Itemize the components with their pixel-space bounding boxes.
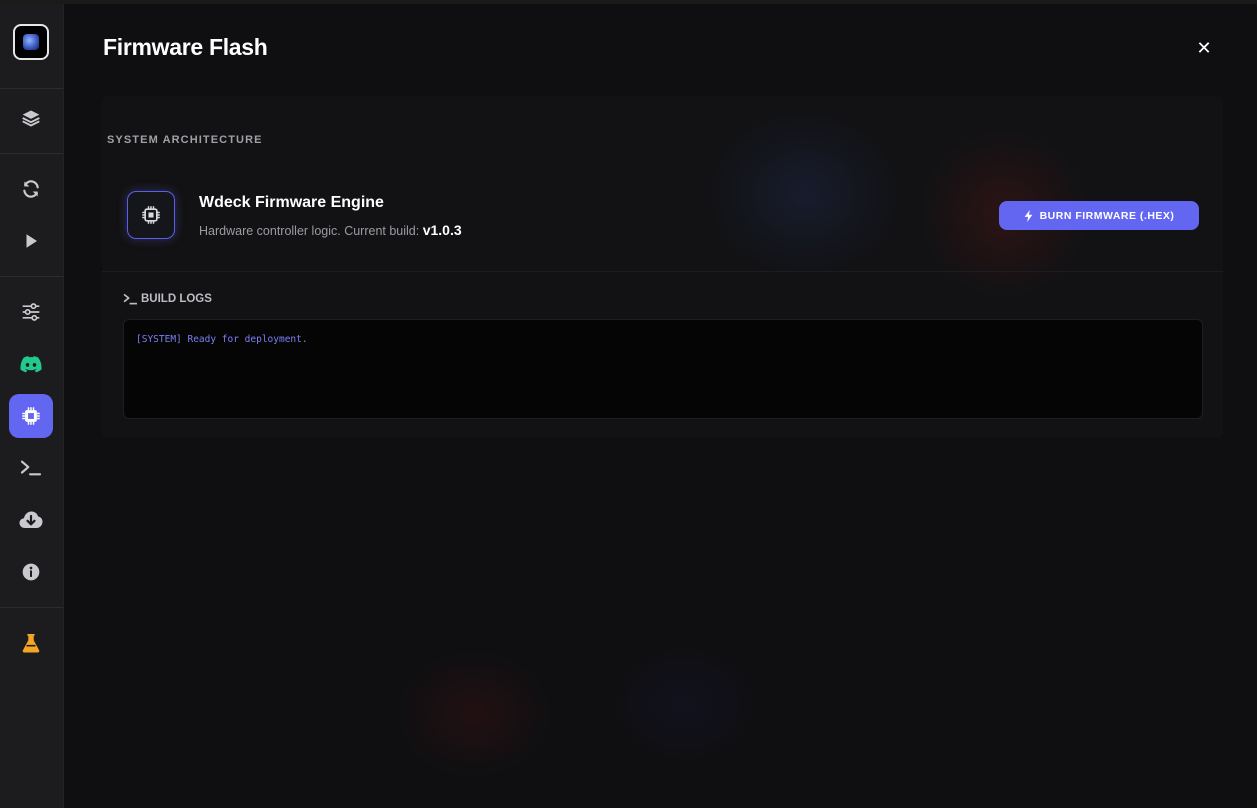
chip-icon <box>142 206 160 224</box>
sidebar-item-discord[interactable] <box>9 342 53 386</box>
sidebar-divider <box>0 153 63 154</box>
sidebar-divider <box>0 607 63 608</box>
sidebar-divider <box>0 88 63 89</box>
terminal-icon <box>123 293 137 305</box>
sync-icon <box>23 180 39 198</box>
sidebar-item-info[interactable] <box>9 550 53 594</box>
sliders-icon <box>22 303 40 321</box>
app-logo[interactable] <box>13 24 49 60</box>
section-label: SYSTEM ARCHITECTURE <box>107 134 263 146</box>
burn-firmware-button[interactable]: BURN FIRMWARE (.HEX) <box>999 201 1199 230</box>
page-title: Firmware Flash <box>103 34 268 60</box>
card-divider <box>102 271 1223 272</box>
sidebar-item-play[interactable] <box>9 219 53 263</box>
discord-icon <box>20 356 42 373</box>
sidebar-item-firmware[interactable] <box>9 394 53 438</box>
cloud-download-icon <box>19 511 43 528</box>
flask-icon <box>22 634 40 653</box>
layers-icon <box>22 110 40 127</box>
chip-icon <box>22 407 40 425</box>
log-line: [SYSTEM] Ready for deployment. <box>136 334 308 345</box>
build-log-console[interactable]: [SYSTEM] Ready for deployment. <box>123 319 1203 419</box>
burn-firmware-label: BURN FIRMWARE (.HEX) <box>1039 209 1175 222</box>
engine-description-text: Hardware controller logic. Current build… <box>199 224 423 238</box>
info-icon <box>22 563 40 581</box>
sidebar-item-labs[interactable] <box>9 621 53 665</box>
engine-version: v1.0.3 <box>422 222 462 238</box>
sidebar-item-download[interactable] <box>9 498 53 542</box>
engine-description: Hardware controller logic. Current build… <box>199 222 462 238</box>
engine-icon-box <box>127 191 175 239</box>
engine-title: Wdeck Firmware Engine <box>199 194 384 211</box>
sidebar-item-sync[interactable] <box>9 167 53 211</box>
main-panel: Firmware Flash ✕ SYSTEM ARCHITECTURE Wde… <box>64 4 1257 808</box>
terminal-icon <box>20 460 42 476</box>
play-icon <box>26 234 37 248</box>
build-logs-label: BUILD LOGS <box>141 293 212 305</box>
logo-icon <box>23 34 39 50</box>
sidebar-item-layers[interactable] <box>9 96 53 140</box>
bolt-icon <box>1024 209 1032 222</box>
sidebar-item-terminal[interactable] <box>9 446 53 490</box>
sidebar-divider <box>0 276 63 277</box>
close-button[interactable]: ✕ <box>1194 38 1214 58</box>
sidebar <box>0 4 64 808</box>
sidebar-item-settings[interactable] <box>9 290 53 334</box>
build-logs-header: BUILD LOGS <box>123 293 212 305</box>
